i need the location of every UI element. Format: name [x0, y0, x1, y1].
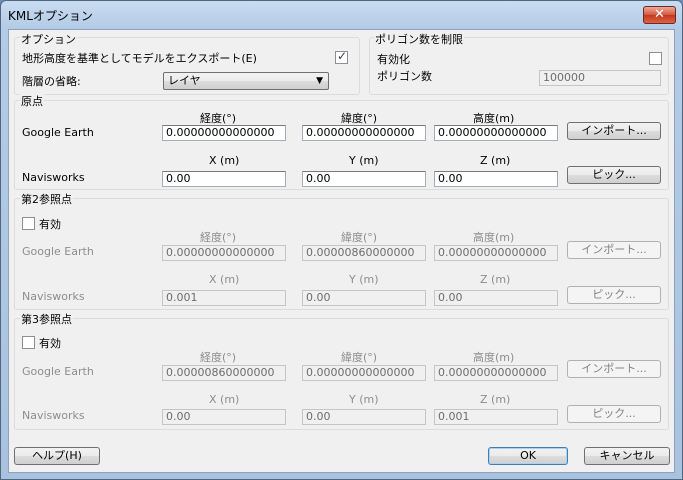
origin-col-altitude: 高度(m) — [473, 112, 515, 125]
ref2-col-altitude: 高度(m) — [473, 231, 515, 244]
ref2-col-y: Y (m) — [349, 273, 379, 286]
polygon-enable-checkbox[interactable] — [649, 52, 662, 65]
ref3-latitude-input[interactable]: 0.00000000000000 — [302, 365, 426, 381]
export-terrain-label: 地形高度を基準としてモデルをエクスポート(E) — [22, 52, 257, 65]
ref2-col-z: Z (m) — [480, 273, 511, 286]
window-title: KMLオプション — [8, 9, 93, 23]
ref3-enable-checkbox[interactable] — [22, 336, 35, 349]
origin-col-y: Y (m) — [349, 154, 379, 167]
ok-button[interactable]: OK — [488, 447, 568, 465]
ref3-row-navisworks: Navisworks — [22, 409, 85, 422]
ref3-row-google-earth: Google Earth — [22, 365, 94, 378]
ref3-col-x: X (m) — [209, 393, 240, 406]
ref2-x-input[interactable]: 0.001 — [162, 290, 286, 306]
polygon-limit-group-label: ポリゴン数を制限 — [374, 31, 464, 47]
origin-col-x: X (m) — [209, 154, 240, 167]
hierarchy-omit-value: レイヤ — [168, 74, 201, 87]
checkmark-icon: ✓ — [337, 49, 348, 63]
kml-options-dialog: KMLオプション ✕ オプション 地形高度を基準としてモデルをエクスポート(E)… — [0, 0, 683, 480]
help-button[interactable]: ヘルプ(H) — [14, 447, 100, 465]
chevron-down-icon: ▼ — [316, 76, 323, 86]
origin-altitude-input[interactable]: 0.00000000000000 — [434, 125, 558, 141]
ref3-col-altitude: 高度(m) — [473, 351, 515, 364]
ref2-altitude-input[interactable]: 0.00000000000000 — [434, 245, 558, 261]
ref2-longitude-input[interactable]: 0.00000000000000 — [162, 245, 286, 261]
ref3-col-longitude: 経度(°) — [200, 351, 237, 364]
close-icon: ✕ — [654, 7, 665, 22]
ref3-y-input[interactable]: 0.00 — [302, 409, 426, 425]
polygon-count-label: ポリゴン数 — [377, 70, 432, 83]
ref3-group-label: 第3参照点 — [20, 311, 73, 327]
origin-import-button[interactable]: インポート... — [567, 122, 661, 140]
ref3-import-button[interactable]: インポート... — [567, 360, 661, 378]
ref3-longitude-input[interactable]: 0.00000860000000 — [162, 365, 286, 381]
origin-pick-button[interactable]: ピック... — [567, 166, 661, 184]
ref2-latitude-input[interactable]: 0.00000860000000 — [302, 245, 426, 261]
origin-x-input[interactable]: 0.00 — [162, 171, 286, 187]
ref2-col-x: X (m) — [209, 273, 240, 286]
ref2-y-input[interactable]: 0.00 — [302, 290, 426, 306]
polygon-count-input[interactable]: 100000 — [539, 70, 661, 86]
options-group-label: オプション — [20, 31, 77, 47]
polygon-enable-label: 有効化 — [377, 53, 410, 66]
origin-z-input[interactable]: 0.00 — [434, 171, 558, 187]
origin-group-label: 原点 — [20, 93, 44, 109]
hierarchy-omit-select[interactable]: レイヤ ▼ — [163, 72, 329, 90]
export-terrain-checkbox[interactable]: ✓ — [335, 49, 348, 64]
ref2-col-longitude: 経度(°) — [200, 231, 237, 244]
hierarchy-omit-label: 階層の省略: — [22, 75, 81, 88]
origin-col-longitude: 経度(°) — [200, 112, 237, 125]
ref3-enable-label: 有効 — [39, 337, 61, 350]
ref2-row-google-earth: Google Earth — [22, 245, 94, 258]
ref3-pick-button[interactable]: ピック... — [567, 405, 661, 423]
origin-latitude-input[interactable]: 0.00000000000000 — [302, 125, 426, 141]
origin-y-input[interactable]: 0.00 — [302, 171, 426, 187]
origin-col-latitude: 緯度(°) — [341, 112, 378, 125]
ref2-row-navisworks: Navisworks — [22, 290, 85, 303]
ref3-x-input[interactable]: 0.00 — [162, 409, 286, 425]
dialog-client-area: オプション 地形高度を基準としてモデルをエクスポート(E) ✓ 階層の省略: レ… — [8, 29, 675, 473]
ref2-import-button[interactable]: インポート... — [567, 241, 661, 259]
ref2-group-label: 第2参照点 — [20, 191, 73, 207]
close-button[interactable]: ✕ — [643, 6, 676, 24]
origin-col-z: Z (m) — [480, 154, 511, 167]
origin-longitude-input[interactable]: 0.00000000000000 — [162, 125, 286, 141]
ref3-col-y: Y (m) — [349, 393, 379, 406]
ref2-enable-label: 有効 — [39, 218, 61, 231]
title-bar[interactable]: KMLオプション ✕ — [1, 1, 682, 29]
origin-row-navisworks: Navisworks — [22, 171, 85, 184]
ref3-altitude-input[interactable]: 0.00000000000000 — [434, 365, 558, 381]
cancel-button[interactable]: キャンセル — [584, 447, 670, 465]
ref2-enable-checkbox[interactable] — [22, 217, 35, 230]
ref2-pick-button[interactable]: ピック... — [567, 286, 661, 304]
ref3-z-input[interactable]: 0.001 — [434, 409, 558, 425]
ref2-col-latitude: 緯度(°) — [341, 231, 378, 244]
ref3-col-z: Z (m) — [480, 393, 511, 406]
ref3-col-latitude: 緯度(°) — [341, 351, 378, 364]
ref2-z-input[interactable]: 0.00 — [434, 290, 558, 306]
origin-row-google-earth: Google Earth — [22, 126, 94, 139]
